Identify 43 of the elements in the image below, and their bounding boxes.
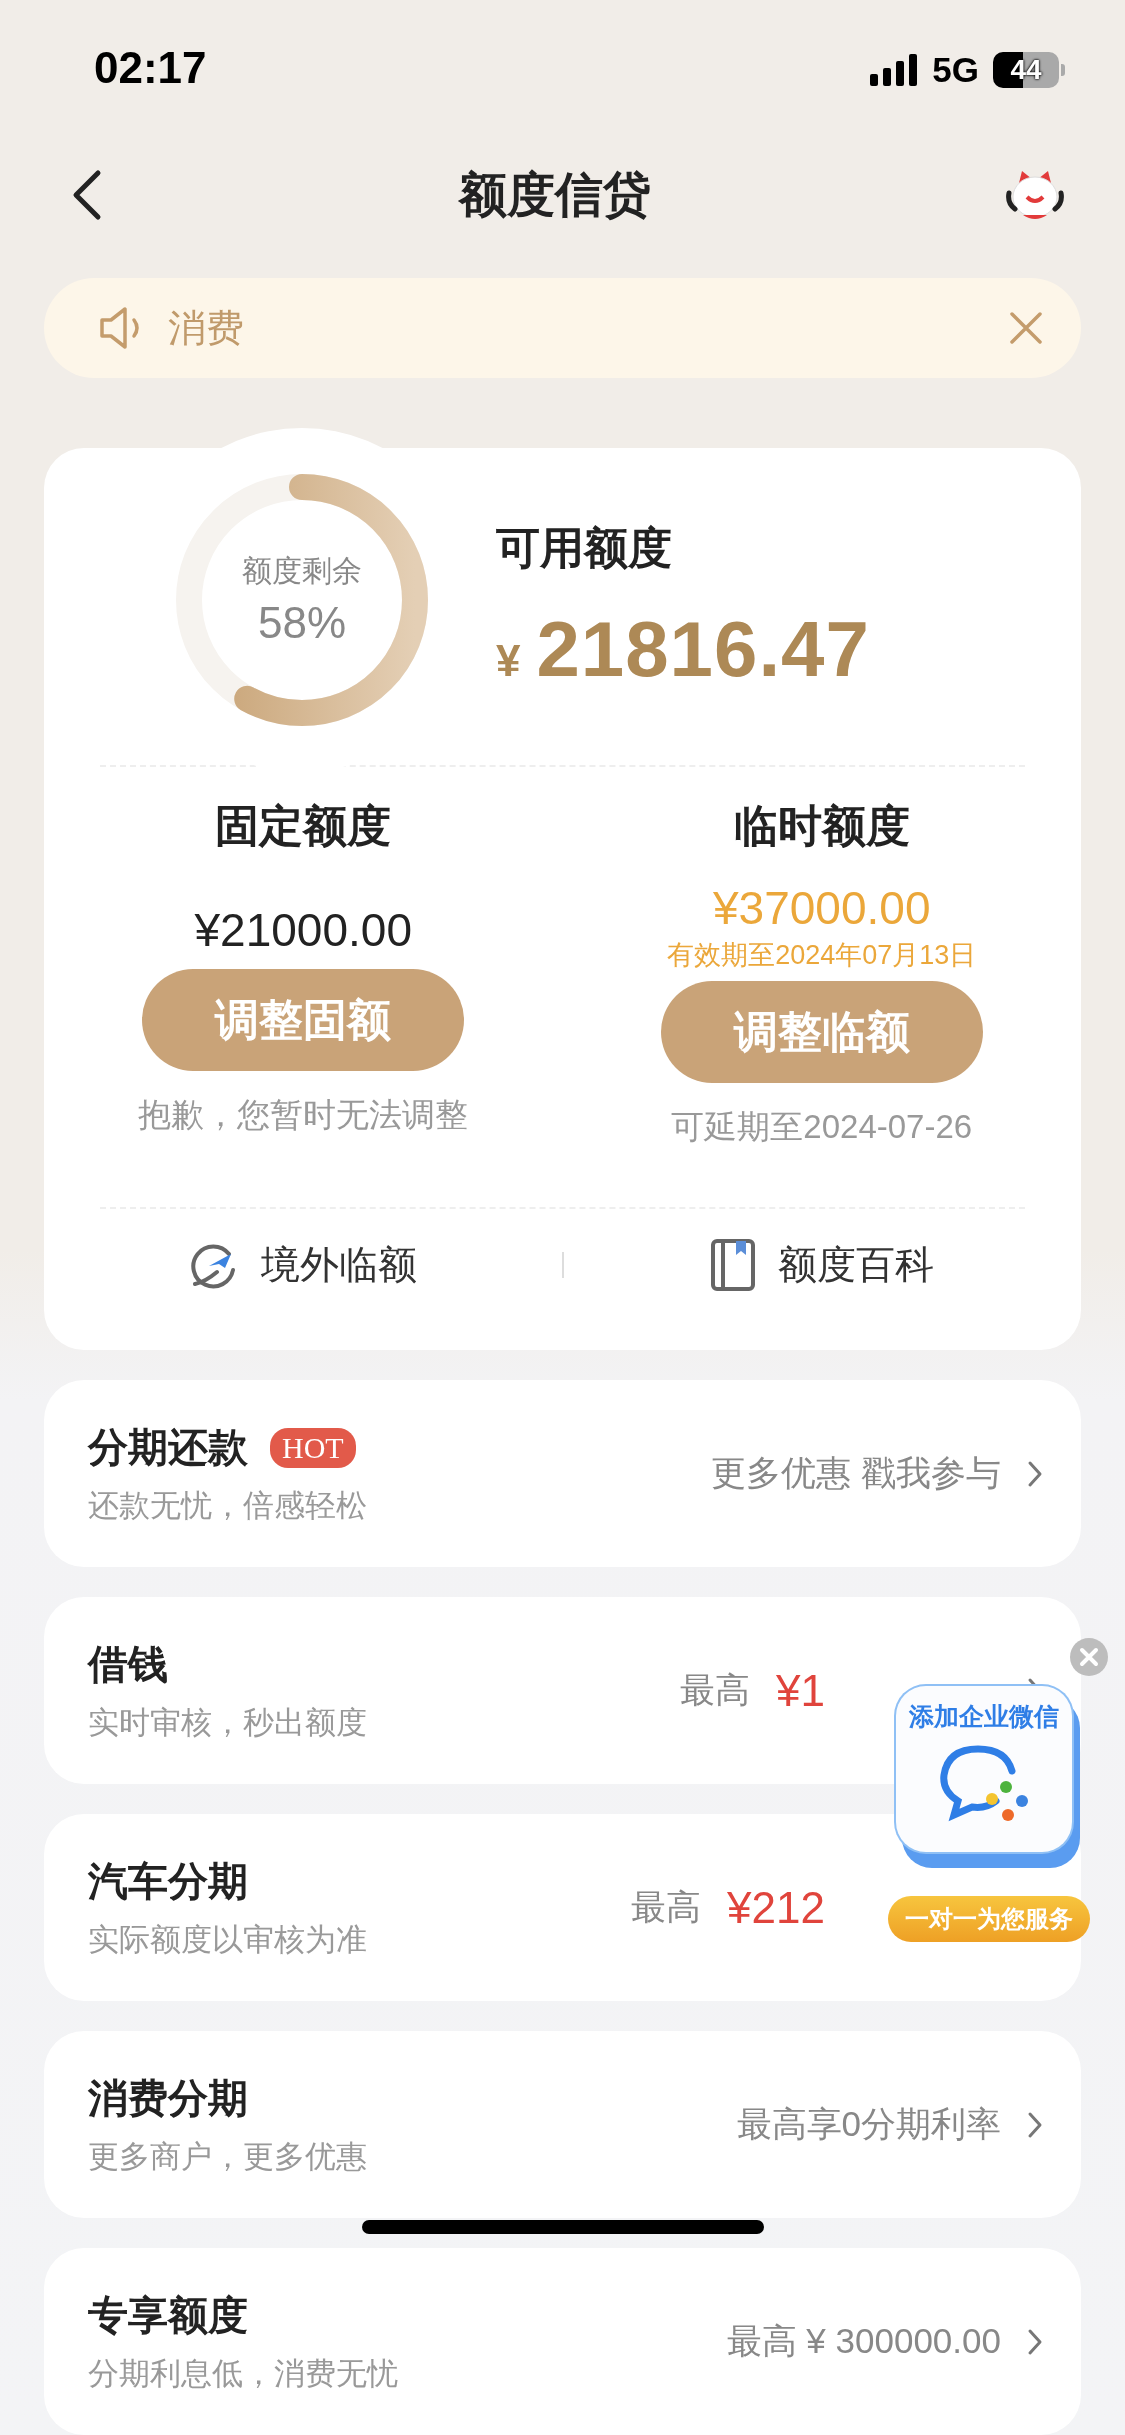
quota-title: 临时额度 [733,800,910,852]
wecom-card[interactable]: 添加企业微信 [896,1686,1072,1852]
link-label[interactable]: 额度百科 [778,1238,935,1292]
product-title: 消费分期 [88,2075,248,2122]
quota-note: 抱歉，您暂时无法调整 [138,1095,469,1135]
quota-note: 可延期至2024-07-26 [671,1107,973,1147]
product-subtitle: 还款无忧，倍感轻松 [88,1487,368,1525]
link-label[interactable]: 境外临额 [260,1238,417,1292]
available-amount: 21816.47 [536,603,870,695]
product-subtitle: 更多商户，更多优惠 [88,2138,368,2176]
network-label: 5G [932,50,979,90]
product-title: 汽车分期 [88,1858,248,1905]
page-title: 额度信贷 [458,167,651,223]
product-card[interactable]: 专享额度 分期利息低，消费无忧 最高 ¥ 300000.00 [44,2248,1081,2435]
max-amount: ¥212 [727,1882,825,1933]
product-title: 专享额度 [88,2292,248,2339]
quota-amount: ¥37000.00 [713,881,931,936]
available-credit-label: 可用额度 [496,521,673,574]
validity-date: 有效期至2024年07月13日 [667,939,977,972]
offer-text: 最高 ¥ 300000.00 [726,2320,1001,2362]
clock-time: 02:17 [94,43,207,93]
gauge-percentage: 58% [257,598,347,648]
product-subtitle: 实际额度以审核为准 [88,1921,368,1959]
offer-text: 最高享0分期利率 [736,2103,1001,2145]
product-card[interactable]: 分期还款 HOT 还款无忧，倍感轻松 更多优惠 戳我参与 [44,1380,1081,1567]
signal-icon [870,54,919,86]
book-icon [710,1238,757,1292]
product-subtitle: 实时审核，秒出额度 [88,1704,368,1742]
notice-text: 消费 [168,305,245,351]
quota-title: 固定额度 [215,800,392,852]
max-amount: ¥1 [776,1665,825,1716]
product-subtitle: 分期利息低，消费无忧 [88,2355,399,2393]
max-label: 最高 [631,1886,702,1928]
offer-text: 更多优惠 戳我参与 [711,1452,1001,1494]
product-title: 分期还款 [88,1424,248,1471]
currency-symbol: ¥ [496,635,521,686]
hot-badge: HOT [270,1427,356,1468]
quota-amount: ¥21000.00 [194,903,412,958]
product-card[interactable]: 消费分期 更多商户，更多优惠 最高享0分期利率 [44,2031,1081,2218]
product-title: 借钱 [88,1641,168,1688]
max-label: 最高 [680,1669,751,1711]
gauge-label: 额度剩余 [242,553,362,589]
wecom-title: 添加企业微信 [909,1701,1059,1732]
